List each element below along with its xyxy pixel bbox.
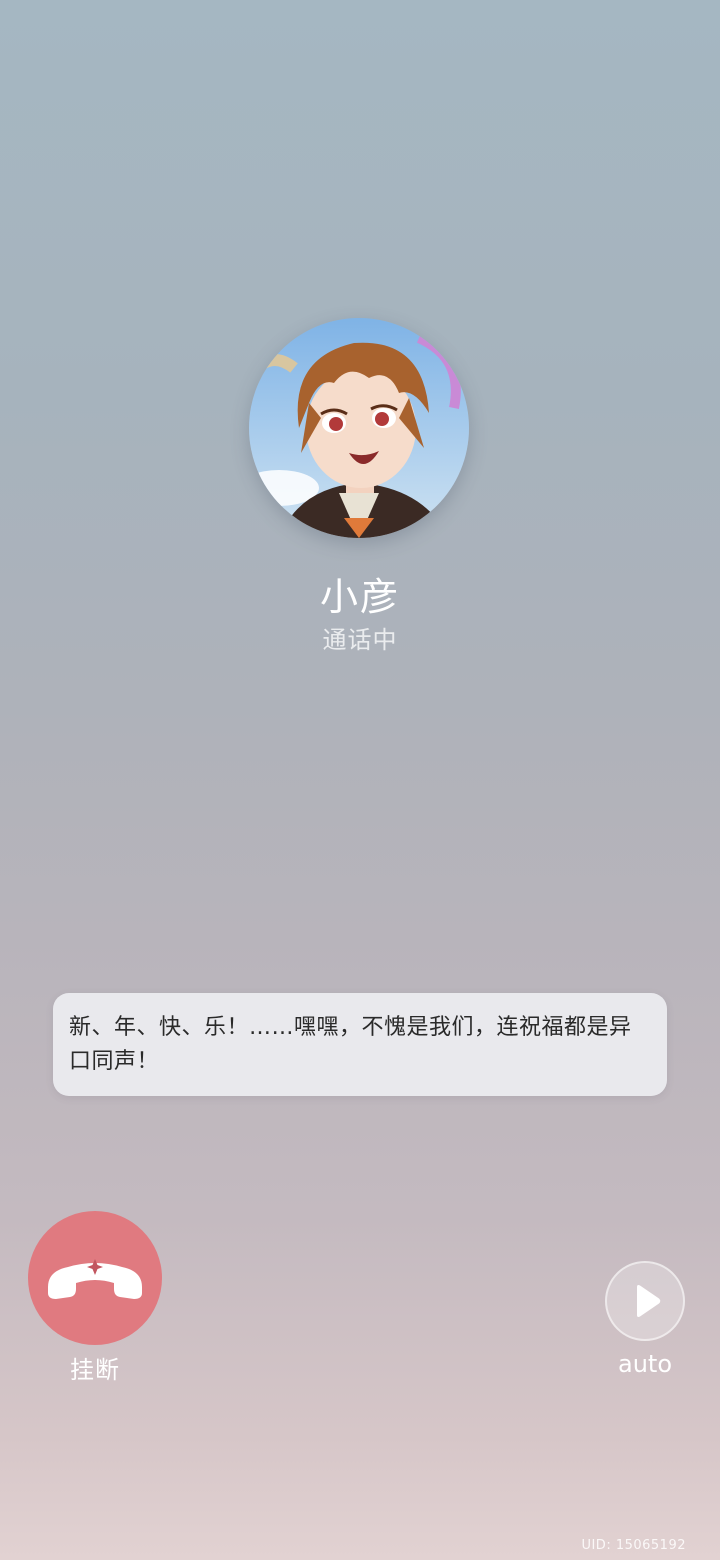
dialogue-text: 新、年、快、乐！……嘿嘿，不愧是我们，连祝福都是异口同声！ xyxy=(69,1015,632,1074)
hangup-button[interactable] xyxy=(28,1211,162,1345)
caller-avatar xyxy=(249,318,469,538)
dialogue-bubble[interactable]: 新、年、快、乐！……嘿嘿，不愧是我们，连祝福都是异口同声！ xyxy=(53,993,667,1096)
call-status: 通话中 xyxy=(322,626,398,654)
uid-watermark: UID: 15065192 xyxy=(581,1538,686,1553)
caller-name: 小彦 xyxy=(319,575,400,619)
call-screen: 小彦 通话中 新、年、快、乐！……嘿嘿，不愧是我们，连祝福都是异口同声！ 挂断 … xyxy=(0,0,720,1560)
phone-hangup-icon xyxy=(48,1259,142,1299)
hangup-label: 挂断 xyxy=(70,1356,120,1384)
auto-play-button[interactable] xyxy=(605,1261,685,1341)
auto-label: auto xyxy=(617,1350,672,1378)
character-portrait-icon xyxy=(249,318,469,538)
play-icon xyxy=(637,1285,661,1317)
